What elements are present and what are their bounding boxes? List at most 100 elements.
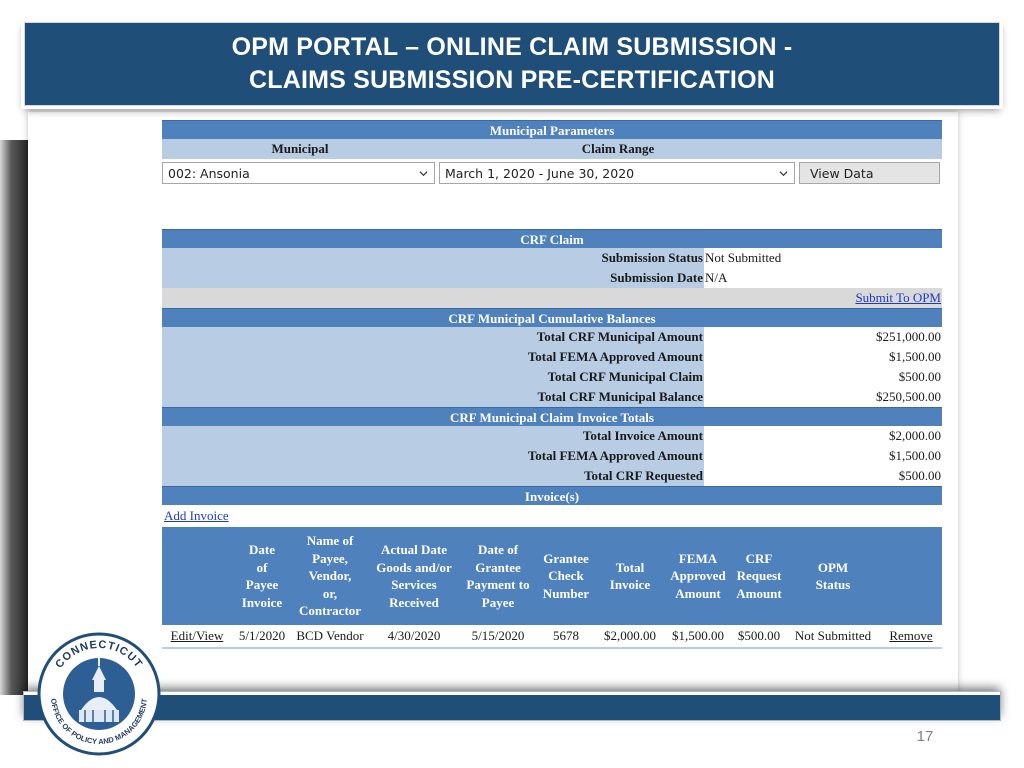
column-header-line: Grantee [475,559,521,575]
slide-title-line-2: CLAIMS SUBMISSION PRE-CERTIFICATION [249,66,775,94]
payment-date-cell: 5/15/2020 [460,625,536,647]
column-header-line: Number [542,585,590,601]
table-row: Edit/View 5/1/2020 BCD Vendor 4/30/2020 … [162,625,942,647]
balance-label: Total CRF Municipal Claim [162,367,704,387]
column-header-line: of [256,559,268,575]
invoice-total-label: Total CRF Requested [162,466,704,486]
column-header-line: Status [815,577,851,592]
submit-to-opm-link[interactable]: Submit To OPM [855,290,941,305]
invoices-header: Invoice(s) [162,486,942,505]
column-header-line: Goods and/or [376,559,452,575]
column-header-date-of-invoice: Date of Payee Invoice [232,527,292,625]
total-invoice-cell: $2,000.00 [596,625,664,647]
received-date-cell: 4/30/2020 [368,625,460,647]
column-header-line: Date [249,542,275,557]
column-header-line: Date of [477,542,519,557]
invoice-total-row: Total CRF Requested $500.00 [162,466,942,486]
invoice-table-header-row: Date of Payee Invoice Name of Payee, Ven… [162,527,942,625]
column-header-line: Payee, [312,550,348,566]
municipal-select[interactable]: 002: Ansonia [162,162,435,184]
opm-status-cell: Not Submitted [786,625,880,647]
claim-range-select[interactable]: March 1, 2020 - June 30, 2020 [439,162,795,184]
invoice-total-value: $2,000.00 [704,426,942,446]
column-header-line: Total [615,559,645,575]
column-header-line: Invoice [609,577,651,592]
column-header-line: Actual Date [380,542,448,557]
column-header-fema-amount: FEMA Approved Amount [664,527,732,625]
invoice-table-wrapper: Date of Payee Invoice Name of Payee, Ven… [162,527,942,649]
submission-status-label: Submission Status [162,248,704,268]
edit-view-link[interactable]: Edit/View [171,628,224,643]
column-header-line: Services [391,577,437,592]
submission-status-row: Submission Status Not Submitted [162,248,942,268]
slide-title-bar: OPM PORTAL – ONLINE CLAIM SUBMISSION - C… [24,22,1000,106]
check-number-cell: 5678 [536,625,596,647]
column-header-line: Vendor, [308,568,352,584]
column-header-line: CRF [745,550,773,566]
column-header-opm-status: OPM Status [786,527,880,625]
column-header-line: Name of [306,533,354,549]
column-header-line: Invoice [241,594,283,610]
column-header-payee: Name of Payee, Vendor, or, Contractor [292,527,368,625]
column-header-line: Amount [736,585,782,601]
invoice-totals-header: CRF Municipal Claim Invoice Totals [162,407,942,426]
payee-cell: BCD Vendor [292,625,368,647]
remove-cell: Remove [880,625,942,647]
submission-status-value: Not Submitted [704,248,942,268]
chevron-down-icon [779,170,788,176]
invoice-total-value: $500.00 [704,466,942,486]
column-header-check-number: Grantee Check Number [536,527,596,625]
parameters-column-labels: Municipal Claim Range [162,139,942,159]
date-of-invoice-cell: 5/1/2020 [232,625,292,647]
column-header-line: Payee [245,577,279,592]
page-number: 17 [916,728,934,745]
column-header-line: Approved [670,568,726,584]
balance-label: Total FEMA Approved Amount [162,347,704,367]
invoice-total-row: Total FEMA Approved Amount $1,500.00 [162,446,942,466]
balance-row: Total CRF Municipal Claim $500.00 [162,367,942,387]
view-data-button[interactable]: View Data [799,162,940,184]
column-header-line: Contractor [298,603,362,619]
column-header-line: Check [548,568,584,584]
claim-range-label: Claim Range [581,141,655,156]
crf-amount-cell: $500.00 [732,625,786,647]
crf-claim-section: CRF Claim Submission Status Not Submitte… [162,229,942,649]
add-invoice-row: Add Invoice [162,505,942,526]
submit-link-row: Submit To OPM [162,288,942,308]
balance-value: $1,500.00 [704,347,942,367]
submission-date-row: Submission Date N/A [162,268,942,288]
column-header-line: Received [389,594,439,610]
column-header-payment-date: Date of Grantee Payment to Payee [460,527,536,625]
invoice-total-label: Total FEMA Approved Amount [162,446,704,466]
municipal-select-value: 002: Ansonia [168,165,250,181]
invoice-total-label: Total Invoice Amount [162,426,704,446]
invoice-table: Date of Payee Invoice Name of Payee, Ven… [162,527,942,647]
left-shadow-band [0,140,28,695]
column-header-remove [880,527,942,625]
column-header-line: Payee [481,594,515,610]
municipal-parameters-section: Municipal Parameters Municipal Claim Ran… [162,120,942,184]
balance-value: $251,000.00 [704,327,942,347]
remove-link[interactable]: Remove [889,628,932,643]
slide-title-line-1: OPM PORTAL – ONLINE CLAIM SUBMISSION - [231,33,793,61]
submission-date-label: Submission Date [162,268,704,288]
add-invoice-link[interactable]: Add Invoice [164,508,229,523]
claim-range-select-value: March 1, 2020 - June 30, 2020 [445,165,635,181]
footer-band [24,692,1000,720]
invoice-total-row: Total Invoice Amount $2,000.00 [162,426,942,446]
submission-date-value: N/A [704,268,942,288]
balance-row: Total CRF Municipal Balance $250,500.00 [162,387,942,407]
invoice-total-value: $1,500.00 [704,446,942,466]
column-header-line: Amount [675,585,721,601]
balance-row: Total CRF Municipal Amount $251,000.00 [162,327,942,347]
cumulative-balances-header: CRF Municipal Cumulative Balances [162,308,942,327]
column-header-line: Payment to [466,577,530,592]
column-header-line: Grantee [543,550,589,566]
balance-label: Total CRF Municipal Balance [162,387,704,407]
balance-label: Total CRF Municipal Amount [162,327,704,347]
column-header-line: FEMA [678,550,718,566]
fema-amount-cell: $1,500.00 [664,625,732,647]
column-header-line: or, [322,585,338,601]
municipal-parameters-header: Municipal Parameters [162,120,942,139]
column-header-action [162,527,232,625]
